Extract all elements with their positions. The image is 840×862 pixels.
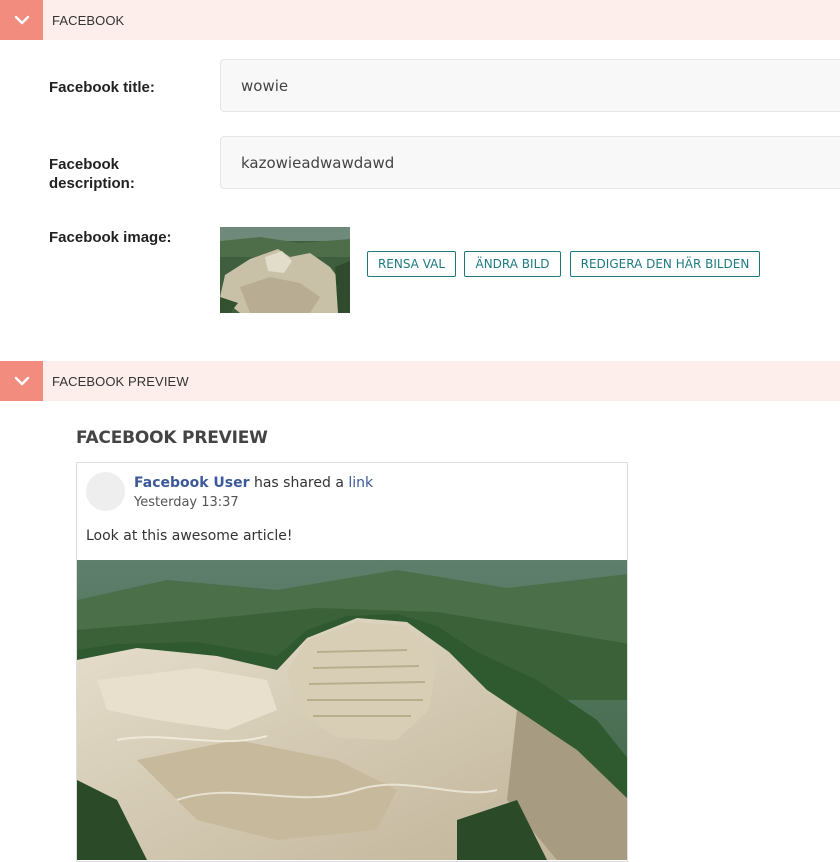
facebook-description-label: Facebook description: xyxy=(49,156,135,192)
post-message: Look at this awesome article! xyxy=(86,528,293,544)
chevron-down-icon[interactable] xyxy=(0,361,43,401)
facebook-title-input[interactable] xyxy=(220,59,840,112)
section-title: FACEBOOK PREVIEW xyxy=(52,374,189,389)
shared-link[interactable]: link xyxy=(348,475,373,491)
section-title: FACEBOOK xyxy=(52,13,125,28)
facebook-section-header[interactable]: FACEBOOK xyxy=(0,0,840,40)
facebook-post-preview: Facebook User has shared a link Yesterda… xyxy=(76,462,628,862)
post-author[interactable]: Facebook User xyxy=(134,475,250,491)
preview-heading: FACEBOOK PREVIEW xyxy=(76,428,268,448)
facebook-image-label: Facebook image: xyxy=(49,229,172,246)
change-image-button[interactable]: ÄNDRA BILD xyxy=(464,251,561,277)
post-timestamp: Yesterday 13:37 xyxy=(134,495,239,510)
chevron-down-icon[interactable] xyxy=(0,0,43,40)
facebook-title-label: Facebook title: xyxy=(49,79,155,96)
facebook-description-input[interactable] xyxy=(220,136,840,189)
facebook-image-thumbnail xyxy=(220,227,350,313)
edit-image-button[interactable]: REDIGERA DEN HÄR BILDEN xyxy=(570,251,760,277)
post-meta: Facebook User has shared a link Yesterda… xyxy=(134,473,373,513)
facebook-preview-section-header[interactable]: FACEBOOK PREVIEW xyxy=(0,361,840,401)
clear-selection-button[interactable]: RENSA VAL xyxy=(367,251,456,277)
post-image xyxy=(77,560,627,860)
avatar xyxy=(86,472,125,511)
shared-text: has shared a xyxy=(249,475,349,491)
